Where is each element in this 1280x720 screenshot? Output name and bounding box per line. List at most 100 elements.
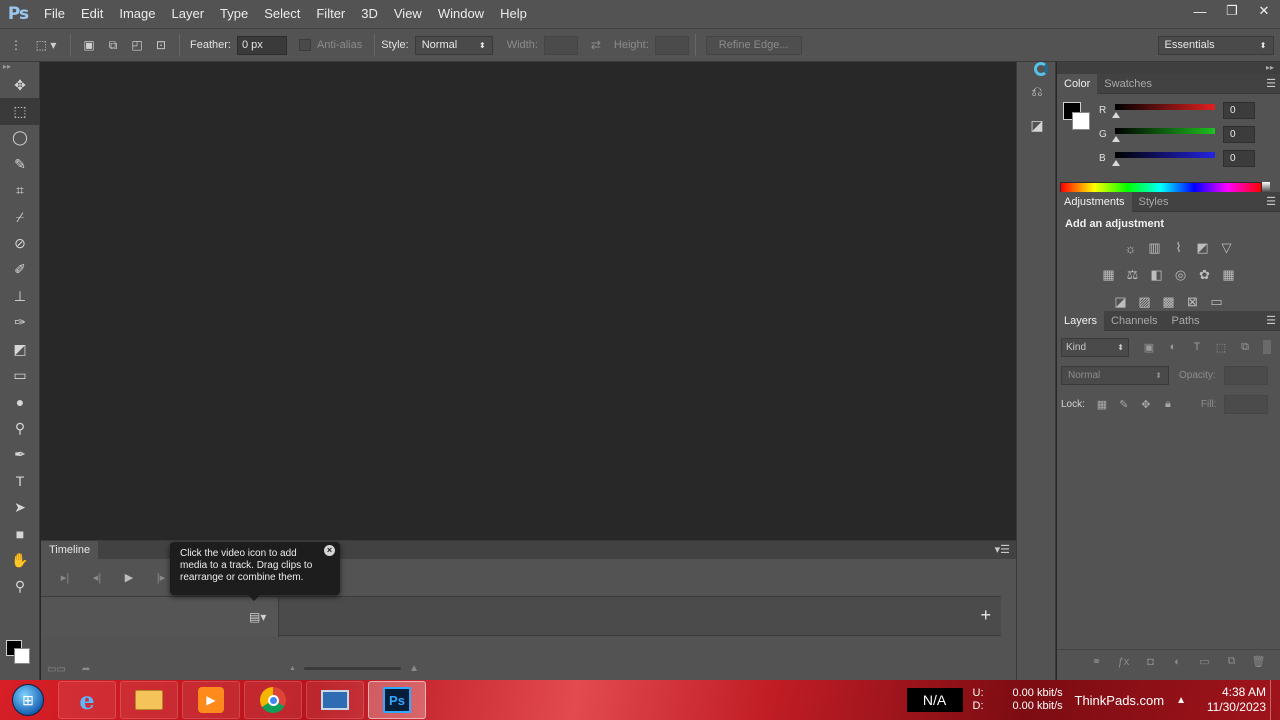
close-button[interactable]: ✕ <box>1248 0 1280 22</box>
menu-3d[interactable]: 3D <box>353 0 386 28</box>
canvas-area[interactable] <box>41 62 1016 540</box>
panel-menu-icon[interactable]: ▾☰ <box>995 543 1010 556</box>
refine-edge-button[interactable]: Refine Edge... <box>705 35 802 55</box>
photoshop-taskbar-button[interactable]: Ps <box>368 681 426 719</box>
blue-slider[interactable] <box>1115 152 1215 158</box>
link-layers-icon[interactable]: ⚭ <box>1083 655 1110 668</box>
battery-status[interactable]: N/A <box>906 688 963 712</box>
collapse-arrows-icon[interactable]: ▸▸ <box>0 62 39 72</box>
collapse-panels-icon[interactable]: ▸▸ <box>1057 62 1280 74</box>
dodge-tool-icon[interactable]: ⚲ <box>0 415 40 441</box>
go-to-first-frame-icon[interactable]: ▸| <box>49 571 81 584</box>
subtract-selection-icon[interactable]: ◰ <box>125 33 149 57</box>
red-slider-thumb[interactable] <box>1112 112 1120 118</box>
properties-panel-icon[interactable]: ◪ <box>1017 108 1057 142</box>
workspace-select[interactable]: Essentials ⬍ <box>1157 35 1274 55</box>
menu-type[interactable]: Type <box>212 0 256 28</box>
tab-styles[interactable]: Styles <box>1132 192 1176 212</box>
new-selection-icon[interactable]: ▣ <box>77 33 101 57</box>
internet-explorer-taskbar-button[interactable]: e <box>58 681 116 719</box>
delete-layer-icon[interactable]: 🗑︎ <box>1245 655 1272 668</box>
minimize-button[interactable]: — <box>1184 0 1216 22</box>
type-filter-icon[interactable]: T <box>1185 341 1209 353</box>
hue-saturation-icon[interactable]: ▦ <box>1097 263 1121 287</box>
rect-marquee-preset-icon[interactable]: ⬚ ▾ <box>28 33 64 57</box>
photo-filter-icon[interactable]: ◎ <box>1169 263 1193 287</box>
video-film-icon[interactable]: ▤▾ <box>249 610 266 624</box>
panel-menu-icon[interactable]: ☰ <box>1266 77 1276 90</box>
background-color-swatch[interactable] <box>14 648 30 664</box>
tab-channels[interactable]: Channels <box>1104 311 1164 331</box>
healing-brush-tool-icon[interactable]: ⊘ <box>0 230 40 256</box>
add-to-selection-icon[interactable]: ⧉ <box>101 33 125 57</box>
tab-swatches[interactable]: Swatches <box>1097 74 1159 94</box>
green-slider[interactable] <box>1115 128 1215 134</box>
layer-kind-filter[interactable]: Kind ⬍ <box>1061 337 1129 357</box>
restore-button[interactable]: ❐ <box>1216 0 1248 22</box>
render-options-icon[interactable]: ▭▭ <box>47 664 66 675</box>
menu-help[interactable]: Help <box>492 0 535 28</box>
zoom-out-icon[interactable]: ▲ <box>289 665 296 672</box>
adjustment-filter-icon[interactable]: ◐ <box>1161 341 1185 353</box>
curves-icon[interactable]: ⌇ <box>1167 236 1191 260</box>
blend-mode-select[interactable]: Normal ⬍ <box>1061 365 1169 385</box>
lock-image-icon[interactable]: ✎ <box>1113 398 1135 411</box>
color-lookup-icon[interactable]: ▦ <box>1217 263 1241 287</box>
panel-menu-icon[interactable]: ☰ <box>1266 314 1276 327</box>
lock-position-icon[interactable]: ✥ <box>1135 398 1157 411</box>
show-hidden-icons-icon[interactable]: ▲ <box>1176 695 1186 706</box>
fill-input[interactable] <box>1224 394 1269 414</box>
eraser-tool-icon[interactable]: ◩ <box>0 336 40 362</box>
rect-marquee-tool-icon[interactable]: ⬚ <box>0 98 40 125</box>
type-tool-icon[interactable]: T <box>0 468 40 494</box>
chrome-taskbar-button[interactable] <box>244 681 302 719</box>
swap-icon[interactable]: ⇄ <box>584 33 608 57</box>
opacity-input[interactable] <box>1223 365 1268 385</box>
system-clock[interactable]: 4:38 AM 11/30/2023 <box>1200 685 1266 715</box>
width-input[interactable] <box>543 35 578 55</box>
intersect-selection-icon[interactable]: ⊡ <box>149 33 173 57</box>
menu-edit[interactable]: Edit <box>73 0 111 28</box>
clone-stamp-tool-icon[interactable]: ⊥ <box>0 283 40 309</box>
menu-select[interactable]: Select <box>256 0 308 28</box>
green-value-input[interactable]: 0 <box>1223 126 1255 143</box>
tab-timeline[interactable]: Timeline <box>41 541 99 559</box>
pen-tool-icon[interactable]: ✒ <box>0 441 40 467</box>
blue-slider-thumb[interactable] <box>1112 160 1120 166</box>
eyedropper-tool-icon[interactable]: ⌿ <box>0 204 40 230</box>
red-value-input[interactable]: 0 <box>1223 102 1255 119</box>
menu-filter[interactable]: Filter <box>308 0 353 28</box>
close-icon[interactable]: × <box>324 545 335 556</box>
tab-paths[interactable]: Paths <box>1165 311 1207 331</box>
quick-selection-tool-icon[interactable]: ✎ <box>0 151 40 177</box>
height-input[interactable] <box>654 35 689 55</box>
play-icon[interactable]: ▶ <box>113 571 145 584</box>
timeline-zoom-slider[interactable]: ▲ ▲ <box>289 663 419 674</box>
show-desktop-button[interactable] <box>1270 680 1280 720</box>
exposure-icon[interactable]: ◩ <box>1191 236 1215 260</box>
add-media-button[interactable]: + <box>980 605 991 626</box>
menu-file[interactable]: File <box>36 0 73 28</box>
new-layer-icon[interactable]: ⧉ <box>1218 655 1245 668</box>
lock-all-icon[interactable]: 🔒︎ <box>1157 398 1179 411</box>
green-slider-thumb[interactable] <box>1112 136 1120 142</box>
hand-tool-icon[interactable]: ✋ <box>0 547 40 573</box>
menu-layer[interactable]: Layer <box>164 0 213 28</box>
menu-image[interactable]: Image <box>111 0 163 28</box>
previous-frame-icon[interactable]: ◂| <box>81 571 113 584</box>
blur-tool-icon[interactable]: ● <box>0 389 40 415</box>
levels-icon[interactable]: ▥ <box>1143 236 1167 260</box>
rectangle-tool-icon[interactable]: ■ <box>0 521 40 547</box>
layer-mask-icon[interactable]: ◘ <box>1137 656 1164 668</box>
shape-filter-icon[interactable]: ⬚ <box>1209 341 1233 354</box>
media-player-taskbar-button[interactable]: ▶ <box>182 681 240 719</box>
remote-desktop-taskbar-button[interactable] <box>306 681 364 719</box>
blue-value-input[interactable]: 0 <box>1223 150 1255 167</box>
smart-object-filter-icon[interactable]: ⧉ <box>1233 341 1257 354</box>
history-panel-icon[interactable]: ⎌ <box>1017 74 1057 108</box>
file-explorer-taskbar-button[interactable] <box>120 681 178 719</box>
tab-color[interactable]: Color <box>1057 73 1098 94</box>
adjustment-layer-icon[interactable]: ◐ <box>1164 656 1191 668</box>
start-button[interactable]: ⊞ <box>0 680 56 720</box>
brightness-contrast-icon[interactable]: ☼ <box>1119 236 1143 260</box>
